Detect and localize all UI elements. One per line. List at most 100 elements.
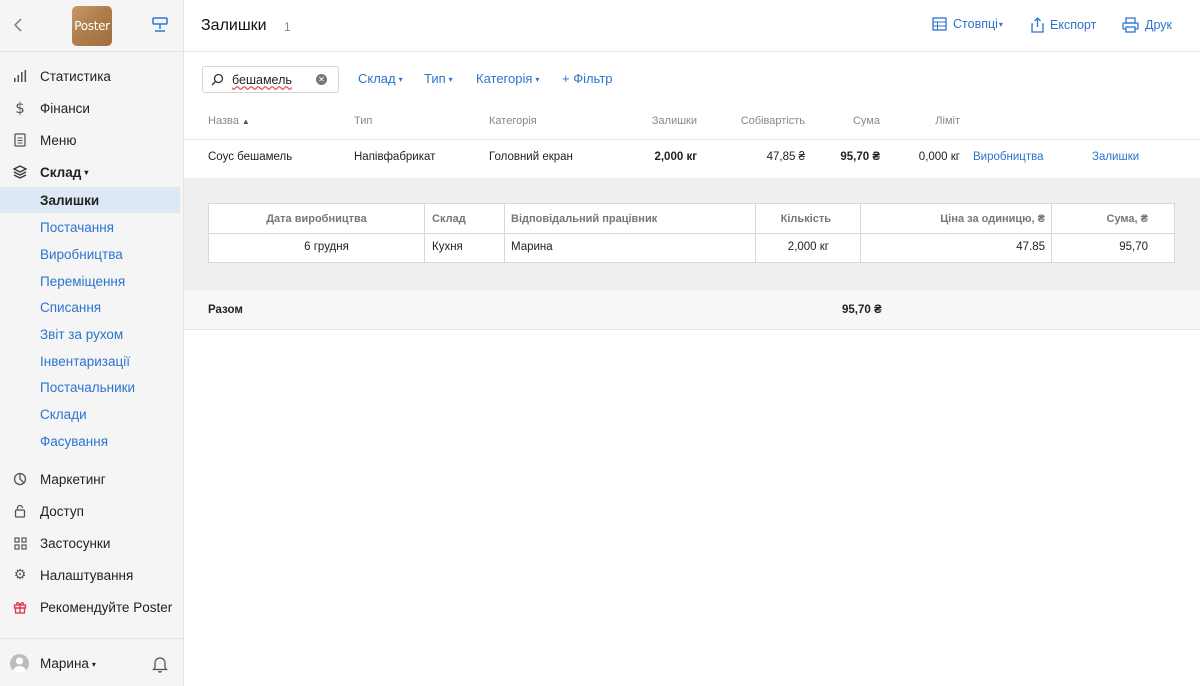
- nav-label: Доступ: [40, 503, 84, 519]
- back-chevron-icon[interactable]: [12, 16, 26, 34]
- nav-item-statistics[interactable]: Статистика: [0, 63, 184, 89]
- marketing-icon: [12, 471, 28, 487]
- detail-header-unit-price: Ціна за одиницю, ₴: [940, 213, 1045, 225]
- nav-label: Налаштування: [40, 567, 134, 583]
- table-columns-icon: [932, 17, 947, 31]
- user-name-text: Марина: [40, 656, 89, 671]
- column-header-stock[interactable]: Залишки: [640, 115, 697, 127]
- sidebar-user-bar: Марина ▾: [0, 638, 184, 686]
- cell-limit: 0,000 кг: [918, 151, 960, 163]
- divider: [209, 233, 1174, 234]
- page-header: Залишки 1 Стовпці ▾ Експорт Друк: [184, 0, 1200, 52]
- columns-button[interactable]: Стовпці ▾: [932, 17, 1003, 31]
- user-menu[interactable]: Марина ▾: [40, 656, 96, 671]
- sidebar-item-warehouses[interactable]: Склади: [0, 401, 180, 427]
- total-sum: 95,70 ₴: [842, 304, 882, 316]
- divider: [184, 139, 1200, 140]
- clear-search-icon[interactable]: ✕: [316, 74, 327, 85]
- gear-icon: ⚙: [13, 567, 27, 583]
- nav-label: Склад ▾: [40, 165, 88, 180]
- total-row: Разом 95,70 ₴: [184, 291, 1200, 330]
- add-filter-button[interactable]: + Фільтр: [562, 71, 613, 86]
- sub-label: Фасування: [40, 433, 109, 449]
- nav-item-access[interactable]: Доступ: [0, 498, 184, 524]
- export-icon: [1031, 17, 1044, 33]
- detail-header-sum: Сума, ₴: [1106, 213, 1148, 225]
- avatar[interactable]: [10, 654, 29, 673]
- detail-cell-date: 6 грудня: [304, 241, 349, 253]
- link-stock[interactable]: Залишки: [1092, 151, 1139, 163]
- filter-category-label: Категорія: [476, 71, 533, 86]
- sub-label: Інвентаризації: [40, 353, 130, 369]
- page-count: 1: [284, 20, 291, 34]
- link-production[interactable]: Виробництва: [973, 151, 1043, 163]
- nav-item-recommend[interactable]: Рекомендуйте Poster: [0, 594, 184, 620]
- sidebar-item-suppliers[interactable]: Постачальники: [0, 374, 180, 400]
- poster-logo[interactable]: Poster: [72, 6, 112, 46]
- nav-item-marketing[interactable]: Маркетинг: [0, 466, 184, 492]
- cell-name[interactable]: Соус бешамель: [208, 151, 292, 163]
- export-button[interactable]: Експорт: [1031, 17, 1096, 33]
- sidebar-item-stock[interactable]: Залишки: [0, 187, 180, 213]
- nav-item-menu[interactable]: Меню: [0, 127, 184, 153]
- gift-icon: [12, 599, 28, 615]
- cell-category: Головний екран: [489, 151, 573, 163]
- detail-cell-unit-price: 47.85: [1016, 241, 1045, 253]
- sub-label: Списання: [40, 299, 102, 315]
- filter-category[interactable]: Категорія ▾: [476, 71, 539, 86]
- expanded-row-detail: Дата виробництва Склад Відповідальний пр…: [184, 178, 1200, 291]
- nav-item-warehouse[interactable]: Склад ▾: [0, 159, 184, 185]
- nav-item-settings[interactable]: ⚙ Налаштування: [0, 562, 184, 588]
- sidebar-item-movement-report[interactable]: Звіт за рухом: [0, 321, 180, 347]
- column-header-name[interactable]: Назва ▲: [208, 115, 250, 127]
- search-value: бешамель: [232, 73, 292, 87]
- dollar-icon: $: [15, 99, 25, 117]
- sidebar-item-supplies[interactable]: Постачання: [0, 214, 180, 240]
- column-header-type[interactable]: Тип: [354, 115, 372, 127]
- chevron-down-icon: ▾: [998, 19, 1003, 29]
- export-label: Експорт: [1050, 18, 1097, 32]
- filter-warehouse[interactable]: Склад ▾: [358, 71, 403, 86]
- bar-chart-icon: [12, 68, 28, 84]
- chevron-down-icon: ▾: [398, 75, 403, 85]
- column-header-sum[interactable]: Сума: [830, 115, 880, 127]
- nav-item-finance[interactable]: $ Фінанси: [0, 95, 184, 121]
- column-header-limit[interactable]: Ліміт: [910, 115, 960, 127]
- columns-label: Стовпці: [953, 17, 998, 31]
- document-icon: [12, 132, 28, 148]
- chevron-down-icon: ▾: [84, 168, 89, 178]
- sidebar-item-production[interactable]: Виробництва: [0, 241, 180, 267]
- cell-sum: 95,70 ₴: [840, 151, 880, 163]
- nav-label: Статистика: [40, 68, 111, 84]
- detail-header-date: Дата виробництва: [266, 213, 367, 225]
- filter-type-label: Тип: [424, 71, 446, 86]
- detail-cell-warehouse: Кухня: [432, 241, 463, 253]
- cell-cost: 47,85 ₴: [766, 151, 805, 163]
- pos-terminal-icon[interactable]: [151, 16, 169, 34]
- total-label: Разом: [208, 304, 243, 316]
- sidebar-item-write-offs[interactable]: Списання: [0, 294, 180, 320]
- detail-header-employee: Відповідальний працівник: [511, 213, 658, 225]
- column-header-category[interactable]: Категорія: [489, 115, 537, 127]
- bell-icon[interactable]: [152, 655, 168, 673]
- sub-label: Залишки: [40, 192, 100, 208]
- detail-header-quantity: Кількість: [780, 213, 831, 225]
- sidebar-item-transfers[interactable]: Переміщення: [0, 268, 180, 294]
- search-input[interactable]: бешамель ✕: [202, 66, 339, 93]
- filter-type[interactable]: Тип ▾: [424, 71, 453, 86]
- detail-header-warehouse: Склад: [432, 213, 466, 225]
- cell-stock: 2,000 кг: [654, 151, 697, 163]
- sidebar-item-inventory[interactable]: Інвентаризації: [0, 348, 180, 374]
- column-header-cost[interactable]: Собівартість: [735, 115, 805, 127]
- sub-label: Звіт за рухом: [40, 326, 124, 342]
- nav-label-text: Склад: [40, 164, 82, 180]
- nav-item-apps[interactable]: Застосунки: [0, 530, 184, 556]
- nav-label: Меню: [40, 132, 77, 148]
- sidebar: Poster Статистика $ Фінанси Меню Склад ▾ …: [0, 0, 184, 686]
- sidebar-item-packaging[interactable]: Фасування: [0, 428, 180, 454]
- print-label: Друк: [1145, 18, 1172, 32]
- print-button[interactable]: Друк: [1122, 17, 1172, 33]
- nav-label: Маркетинг: [40, 471, 106, 487]
- nav-label: Застосунки: [40, 535, 111, 551]
- chevron-down-icon: ▾: [91, 659, 96, 669]
